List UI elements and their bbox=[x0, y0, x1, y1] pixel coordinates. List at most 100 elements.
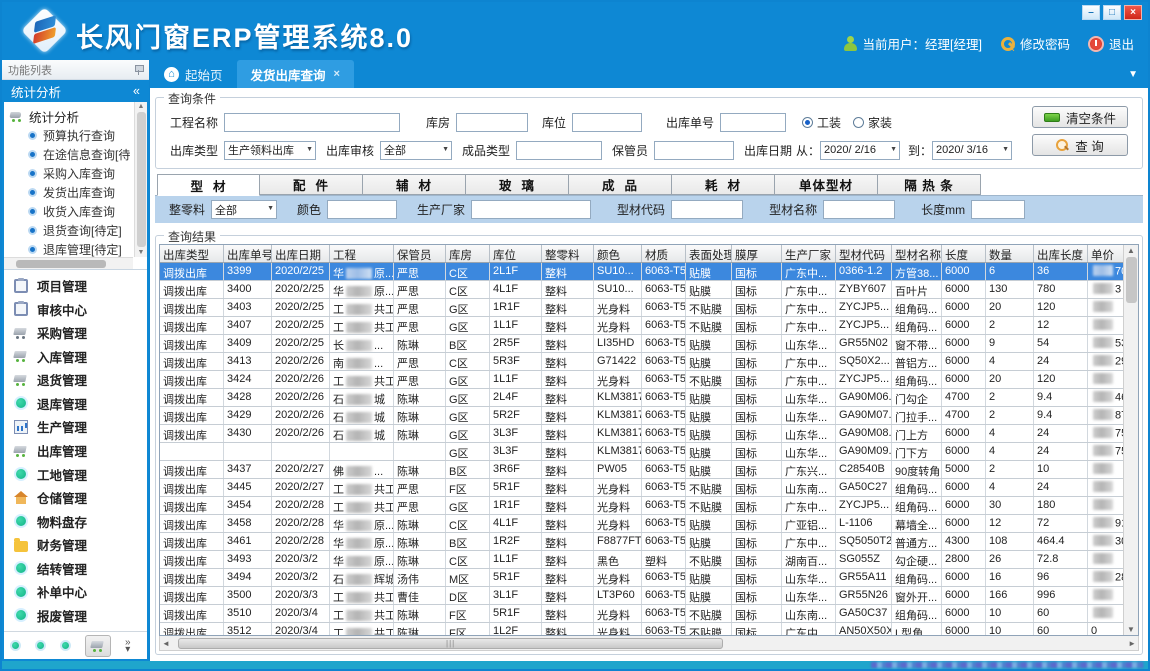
sidebar-item-11[interactable]: 财务管理 bbox=[14, 535, 147, 555]
warehouse-input[interactable] bbox=[456, 113, 528, 132]
material-tab-2[interactable]: 辅 材 bbox=[363, 174, 466, 195]
table-row[interactable]: 调拨出库34612020/2/28华原...陈琳B区1R2F整料F8877FT6… bbox=[160, 533, 1123, 551]
tree-item-2[interactable]: 采购入库查询 bbox=[10, 164, 133, 183]
column-header[interactable]: 库位 bbox=[490, 245, 542, 262]
table-row[interactable]: G区3L3F整料KLM38176063-T5贴膜国标山东华...GA90M09.… bbox=[160, 443, 1123, 461]
radio-jiazhuang[interactable]: 家装 bbox=[853, 114, 892, 131]
sidebar-item-14[interactable]: 报废管理 bbox=[14, 605, 147, 625]
group-dot-icon[interactable] bbox=[35, 640, 46, 651]
scroll-left-icon[interactable]: ◄ bbox=[162, 639, 170, 648]
audit-select[interactable]: 全部 bbox=[380, 141, 452, 160]
hscroll-thumb[interactable]: ||| bbox=[178, 638, 723, 649]
more-groups-button[interactable]: »▾ bbox=[125, 639, 131, 653]
product-type-input[interactable] bbox=[516, 141, 602, 160]
column-header[interactable]: 生产厂家 bbox=[782, 245, 836, 262]
table-row[interactable]: 调拨出库34942020/3/2石辉城汤伟M区5R1F整料光身料6063-T5贴… bbox=[160, 569, 1123, 587]
sidebar-item-4[interactable]: 退货管理 bbox=[14, 370, 147, 390]
column-header[interactable]: 单价 bbox=[1088, 245, 1123, 262]
tree-hscroll-thumb[interactable] bbox=[16, 260, 106, 268]
table-row[interactable]: 调拨出库34302020/2/26石城陈琳G区3L3F整料KLM38176063… bbox=[160, 425, 1123, 443]
material-tab-5[interactable]: 耗 材 bbox=[672, 174, 775, 195]
column-header[interactable]: 保管员 bbox=[394, 245, 446, 262]
group-dot-icon[interactable] bbox=[10, 640, 21, 651]
table-row[interactable]: 调拨出库34132020/2/26南...严思C区5R3F整料G71422606… bbox=[160, 353, 1123, 371]
collapse-icon[interactable]: « bbox=[133, 84, 140, 98]
cart-group-button[interactable] bbox=[85, 635, 111, 657]
sidebar-item-5[interactable]: 退库管理 bbox=[14, 393, 147, 413]
column-header[interactable]: 颜色 bbox=[594, 245, 642, 262]
group-dot-icon[interactable] bbox=[60, 640, 71, 651]
table-row[interactable]: 调拨出库34582020/2/28华原...陈琳C区4L1F整料光身料6063-… bbox=[160, 515, 1123, 533]
sidebar-item-0[interactable]: 项目管理 bbox=[14, 276, 147, 296]
sidebar-item-2[interactable]: 采购管理 bbox=[14, 323, 147, 343]
logout-button[interactable]: 退出 bbox=[1088, 34, 1134, 53]
vertical-scrollbar[interactable]: ▲▼ bbox=[1123, 245, 1138, 635]
table-row[interactable]: 调拨出库35102020/3/4工共工程陈琳F区5R1F整料光身料6063-T5… bbox=[160, 605, 1123, 623]
project-name-input[interactable] bbox=[224, 113, 400, 132]
tree-item-6[interactable]: 退库管理[待定] bbox=[10, 240, 133, 257]
tree-item-1[interactable]: 在途信息查询[待 bbox=[10, 145, 133, 164]
search-button[interactable]: 查 询 bbox=[1032, 134, 1128, 156]
tree-item-0[interactable]: 预算执行查询 bbox=[10, 126, 133, 145]
scroll-up-icon[interactable]: ▲ bbox=[1127, 246, 1135, 255]
table-row[interactable]: 调拨出库34542020/2/28工共工程严思G区1R1F整料光身料6063-T… bbox=[160, 497, 1123, 515]
maker-input[interactable] bbox=[471, 200, 591, 219]
out-type-select[interactable]: 生产领料出库 bbox=[224, 141, 316, 160]
sidebar-item-9[interactable]: 仓储管理 bbox=[14, 488, 147, 508]
sidebar-section-header[interactable]: 统计分析 « bbox=[4, 80, 147, 102]
horizontal-scrollbar[interactable]: ◄|||► bbox=[159, 636, 1139, 651]
tree-vscroll-thumb[interactable] bbox=[137, 112, 146, 247]
pin-icon[interactable] bbox=[134, 64, 143, 75]
tab-home[interactable]: ⌂ 起始页 bbox=[150, 60, 237, 88]
sidebar-item-3[interactable]: 入库管理 bbox=[14, 346, 147, 366]
location-input[interactable] bbox=[572, 113, 642, 132]
column-header[interactable]: 材质 bbox=[642, 245, 686, 262]
tab-shipment-query[interactable]: 发货出库查询 × bbox=[237, 60, 354, 88]
table-row[interactable]: 调拨出库35002020/3/3工共工程曹佳D区3L1F整料LT3P606063… bbox=[160, 587, 1123, 605]
sidebar-item-6[interactable]: 生产管理 bbox=[14, 417, 147, 437]
sidebar-item-7[interactable]: 出库管理 bbox=[14, 441, 147, 461]
sidebar-item-10[interactable]: 物料盘存 bbox=[14, 511, 147, 531]
whole-piece-select[interactable]: 全部 bbox=[211, 200, 277, 219]
material-tab-4[interactable]: 成 品 bbox=[569, 174, 672, 195]
column-header[interactable]: 表面处理 bbox=[686, 245, 732, 262]
table-row[interactable]: 调拨出库34032020/2/25工共工程严思G区1R1F整料光身料6063-T… bbox=[160, 299, 1123, 317]
table-row[interactable]: 调拨出库34282020/2/26石城陈琳G区2L4F整料KLM38176063… bbox=[160, 389, 1123, 407]
column-header[interactable]: 膜厚 bbox=[732, 245, 782, 262]
change-password-button[interactable]: 修改密码 bbox=[1000, 34, 1070, 53]
table-row[interactable]: 调拨出库34292020/2/26石城陈琳G区5R2F整料KLM38176063… bbox=[160, 407, 1123, 425]
profile-code-input[interactable] bbox=[671, 200, 743, 219]
clear-conditions-button[interactable]: 清空条件 bbox=[1032, 106, 1128, 128]
tree-item-4[interactable]: 收货入库查询 bbox=[10, 202, 133, 221]
scroll-up-icon[interactable]: ▲ bbox=[138, 103, 145, 110]
color-input[interactable] bbox=[327, 200, 397, 219]
column-header[interactable]: 库房 bbox=[446, 245, 490, 262]
tree-item-5[interactable]: 退货查询[待定] bbox=[10, 221, 133, 240]
column-header[interactable]: 出库长度 bbox=[1034, 245, 1088, 262]
column-header[interactable]: 数量 bbox=[986, 245, 1034, 262]
table-row[interactable]: 调拨出库34002020/2/25华原...严思C区4L1F整料SU10...6… bbox=[160, 281, 1123, 299]
length-input[interactable] bbox=[971, 200, 1025, 219]
maximize-button[interactable]: □ bbox=[1103, 5, 1121, 20]
column-header[interactable]: 整零料 bbox=[542, 245, 594, 262]
radio-gongzhuang[interactable]: 工装 bbox=[802, 114, 841, 131]
column-header[interactable]: 工程 bbox=[330, 245, 394, 262]
table-row[interactable]: 调拨出库34932020/3/2华原...陈琳C区1L1F整料黑色塑料不贴膜国标… bbox=[160, 551, 1123, 569]
column-header[interactable]: 型材代码 bbox=[836, 245, 892, 262]
table-row[interactable]: 调拨出库35122020/3/4工共工程陈琳F区1L2F整料光身料6063-T5… bbox=[160, 623, 1123, 635]
table-row[interactable]: 调拨出库34372020/2/27佛...陈琳B区3R6F整料PW056063-… bbox=[160, 461, 1123, 479]
table-row[interactable]: 调拨出库34092020/2/25长...陈琳B区2R5F整料LI35HD606… bbox=[160, 335, 1123, 353]
date-from-picker[interactable]: 2020/ 2/16 bbox=[820, 141, 900, 160]
tree-root[interactable]: 统计分析 bbox=[10, 106, 133, 126]
tab-overflow-caret-icon[interactable]: ▼ bbox=[1128, 69, 1138, 80]
column-header[interactable]: 型材名称 bbox=[892, 245, 942, 262]
material-tab-1[interactable]: 配 件 bbox=[260, 174, 363, 195]
scroll-down-icon[interactable]: ▼ bbox=[138, 249, 145, 256]
table-row[interactable]: 调拨出库34072020/2/25工共工程严思G区1L1F整料光身料6063-T… bbox=[160, 317, 1123, 335]
tree-horizontal-scrollbar[interactable] bbox=[4, 257, 133, 269]
column-header[interactable]: 长度 bbox=[942, 245, 986, 262]
close-button[interactable]: × bbox=[1124, 5, 1142, 20]
tree-vertical-scrollbar[interactable]: ▲▼ bbox=[134, 102, 147, 257]
column-header[interactable]: 出库日期 bbox=[272, 245, 330, 262]
tab-close-icon[interactable]: × bbox=[334, 68, 340, 80]
